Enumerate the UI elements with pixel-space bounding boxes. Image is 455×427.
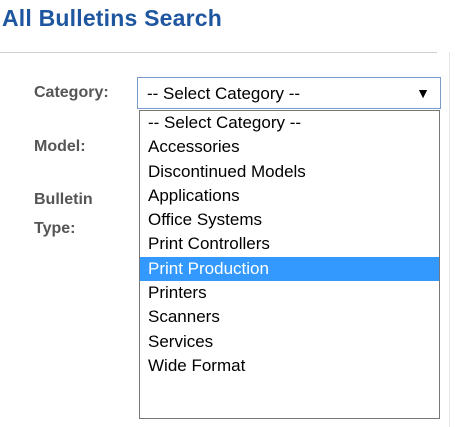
category-option[interactable]: Office Systems (140, 208, 439, 232)
category-option[interactable]: Wide Format (140, 354, 439, 378)
category-option[interactable]: -- Select Category -- (140, 111, 439, 135)
panel-border (449, 52, 450, 427)
title-divider (0, 52, 437, 53)
model-label: Model: (34, 138, 86, 155)
chevron-down-icon[interactable]: ▼ (416, 86, 430, 100)
page-title: All Bulletins Search (2, 5, 223, 31)
category-options: -- Select Category -- Accessories Disconti… (140, 111, 439, 378)
category-option[interactable]: Scanners (140, 305, 439, 329)
category-option[interactable]: Services (140, 330, 439, 354)
category-select[interactable]: -- Select Category -- ▼ (137, 77, 441, 109)
bulletin-type-label-line1: Bulletin (34, 191, 93, 208)
bulletins-search-page: All Bulletins Search Category: Model: Bu… (0, 0, 455, 427)
category-option[interactable]: Accessories (140, 135, 439, 159)
category-option[interactable]: Printers (140, 281, 439, 305)
bulletin-type-label-line2: Type: (34, 220, 76, 237)
category-select-value: -- Select Category -- (147, 84, 301, 103)
category-option[interactable]: Discontinued Models (140, 160, 439, 184)
category-option[interactable]: Print Production (140, 256, 439, 282)
category-label: Category: (34, 84, 109, 101)
category-option[interactable]: Applications (140, 184, 439, 208)
category-option[interactable]: Print Controllers (140, 232, 439, 256)
category-dropdown-list[interactable]: -- Select Category -- Accessories Disconti… (139, 110, 440, 419)
